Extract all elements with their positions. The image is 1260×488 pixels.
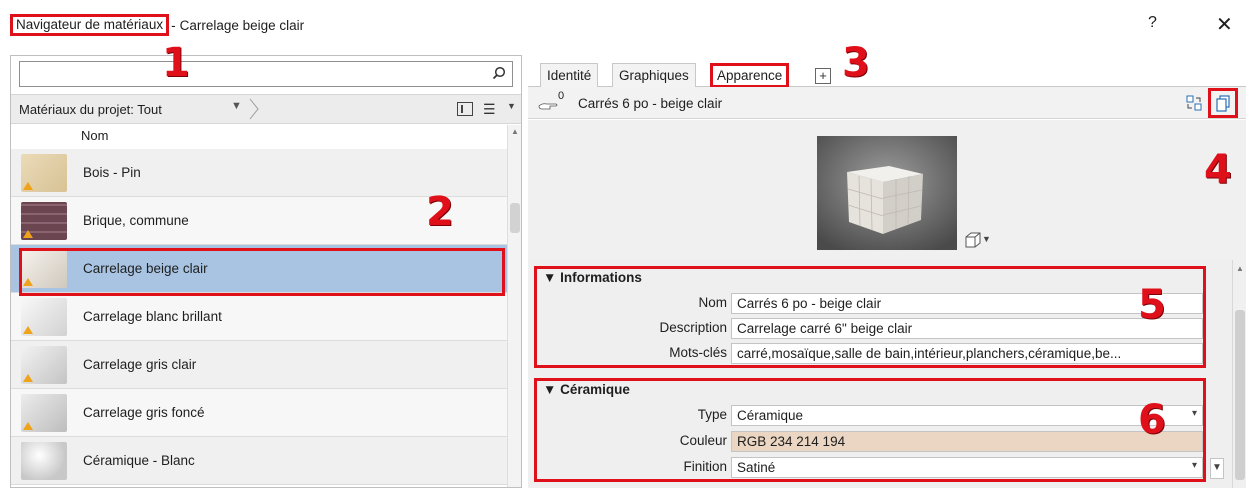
filter-dropdown[interactable]: Matériaux du projet: Tout bbox=[19, 102, 162, 117]
asset-name: Carrés 6 po - beige clair bbox=[578, 96, 723, 111]
search-icon[interactable] bbox=[492, 66, 506, 80]
scrollbar-thumb[interactable] bbox=[510, 203, 520, 233]
color-value-text: RGB 234 214 194 bbox=[737, 434, 846, 449]
property-label: Couleur bbox=[679, 433, 727, 448]
material-preview-image bbox=[817, 136, 957, 250]
property-label: Nom bbox=[698, 295, 727, 310]
appearance-preview: ▼ bbox=[528, 120, 1246, 260]
callout-number-5: 5 bbox=[1138, 282, 1166, 328]
tab-identite[interactable]: Identité bbox=[540, 63, 599, 87]
material-thumbnail-brick bbox=[21, 202, 67, 240]
info-group-label: Informations bbox=[560, 270, 642, 285]
color-field[interactable]: RGB 234 214 194 bbox=[731, 431, 1203, 452]
description-field[interactable]: Carrelage carré 6" beige clair bbox=[731, 318, 1203, 339]
filter-bar: Matériaux du projet: Tout ▼ ☰ ▼ bbox=[11, 94, 521, 124]
callout-number-2: 2 bbox=[426, 189, 454, 235]
list-item[interactable]: Carrelage gris foncé bbox=[11, 389, 507, 437]
properties-area: ▼ Informations Nom Carrés 6 po - beige c… bbox=[528, 260, 1232, 488]
replace-asset-icon[interactable] bbox=[1186, 95, 1202, 111]
window-title: Navigateur de matériaux - Carrelage beig… bbox=[10, 14, 304, 36]
material-thumbnail-tile-darkgray bbox=[21, 394, 67, 432]
window-title-subtitle: Carrelage beige clair bbox=[179, 17, 305, 33]
add-tab-button[interactable]: + bbox=[815, 68, 831, 84]
info-group: ▼ Informations Nom Carrés 6 po - beige c… bbox=[534, 266, 1206, 368]
list-item-label: Carrelage gris foncé bbox=[83, 405, 205, 420]
help-button[interactable]: ? bbox=[1148, 14, 1157, 32]
tab-apparence[interactable]: Apparence bbox=[710, 63, 790, 88]
list-item-label: Carrelage beige clair bbox=[83, 261, 208, 276]
material-thumbnail-tile-lightgray bbox=[21, 346, 67, 384]
tab-graphiques[interactable]: Graphiques bbox=[612, 63, 696, 87]
callout-number-6: 6 bbox=[1138, 397, 1166, 443]
asset-bar: 0 Carrés 6 po - beige clair bbox=[528, 87, 1246, 119]
warning-icon bbox=[23, 422, 33, 430]
property-row: Nom Carrés 6 po - beige clair bbox=[537, 291, 1203, 315]
asset-usage-count: 0 bbox=[558, 90, 565, 102]
list-item-selected[interactable]: Carrelage beige clair bbox=[11, 245, 507, 293]
ceramic-group: ▼ Céramique Type Céramique Couleur RGB 2… bbox=[534, 378, 1206, 482]
list-item[interactable]: Carrelage gris clair bbox=[11, 341, 507, 389]
property-label: Mots-clés bbox=[669, 345, 727, 360]
callout-number-1: 1 bbox=[162, 40, 190, 86]
scrollbar-thumb[interactable] bbox=[1235, 310, 1245, 480]
list-item-label: Bois - Pin bbox=[83, 165, 141, 180]
preview-shape-icon[interactable] bbox=[964, 232, 982, 248]
window-title-main: Navigateur de matériaux bbox=[10, 14, 170, 36]
scroll-up-icon[interactable]: ▲ bbox=[1236, 264, 1244, 273]
close-button[interactable]: ✕ bbox=[1216, 12, 1233, 37]
list-item-label: Carrelage gris clair bbox=[83, 357, 197, 372]
keywords-field[interactable]: carré,mosaïque,salle de bain,intérieur,p… bbox=[731, 343, 1203, 364]
property-label: Finition bbox=[683, 459, 727, 474]
list-scrollbar[interactable]: ▲ bbox=[507, 125, 521, 487]
scroll-up-icon[interactable]: ▲ bbox=[511, 127, 519, 136]
callout-number-3: 3 bbox=[842, 40, 870, 86]
list-item[interactable]: Carrelage blanc brillant bbox=[11, 293, 507, 341]
window-title-separator: - bbox=[171, 17, 176, 33]
warning-icon bbox=[23, 326, 33, 334]
info-group-title[interactable]: ▼ Informations bbox=[543, 270, 642, 285]
list-view-icon[interactable]: ☰ bbox=[483, 101, 496, 118]
warning-icon bbox=[23, 278, 33, 286]
property-row: Mots-clés carré,mosaïque,salle de bain,i… bbox=[537, 341, 1203, 365]
warning-icon bbox=[23, 374, 33, 382]
material-thumbnail-wood bbox=[21, 154, 67, 192]
type-select[interactable]: Céramique bbox=[731, 405, 1203, 426]
hand-icon bbox=[538, 103, 558, 110]
property-row: Finition Satiné bbox=[537, 455, 1203, 479]
name-field[interactable]: Carrés 6 po - beige clair bbox=[731, 293, 1203, 314]
search-input[interactable] bbox=[26, 63, 486, 85]
duplicate-asset-button[interactable] bbox=[1208, 88, 1238, 118]
column-header-name[interactable]: Nom bbox=[11, 125, 507, 149]
property-row: Couleur RGB 234 214 194 bbox=[537, 429, 1203, 453]
list-item[interactable]: Céramique - Blanc bbox=[11, 437, 507, 485]
property-label: Type bbox=[697, 407, 727, 422]
ceramic-group-title[interactable]: ▼ Céramique bbox=[543, 382, 630, 397]
panel-layout-icon[interactable] bbox=[457, 102, 473, 116]
material-thumbnail-ceramic-white bbox=[21, 442, 67, 480]
color-dropdown-icon[interactable]: ▼ bbox=[1210, 458, 1224, 479]
list-item-label: Brique, commune bbox=[83, 213, 189, 228]
breadcrumb-chevron-icon bbox=[249, 98, 259, 120]
warning-icon bbox=[23, 182, 33, 190]
warning-icon bbox=[23, 230, 33, 238]
search-field[interactable] bbox=[19, 61, 513, 87]
material-thumbnail-tile-beige bbox=[21, 250, 67, 288]
callout-number-4: 4 bbox=[1204, 147, 1232, 193]
list-item-label: Carrelage blanc brillant bbox=[83, 309, 222, 324]
property-label: Description bbox=[659, 320, 727, 335]
property-row: Description Carrelage carré 6" beige cla… bbox=[537, 316, 1203, 340]
property-row: Type Céramique bbox=[537, 403, 1203, 427]
material-list-panel: Matériaux du projet: Tout ▼ ☰ ▼ Nom Bois… bbox=[10, 55, 522, 488]
duplicate-icon bbox=[1216, 95, 1230, 112]
column-header-label: Nom bbox=[81, 128, 109, 143]
properties-scrollbar[interactable]: ▲ bbox=[1232, 260, 1246, 488]
chevron-down-icon[interactable]: ▼ bbox=[231, 100, 242, 112]
material-thumbnail-tile-white bbox=[21, 298, 67, 336]
list-item-label: Céramique - Blanc bbox=[83, 453, 195, 468]
finish-select[interactable]: Satiné bbox=[731, 457, 1203, 478]
list-view-dropdown-icon[interactable]: ▼ bbox=[507, 101, 516, 111]
editor-tabs: Identité Graphiques Apparence + bbox=[528, 55, 1246, 88]
preview-shape-dropdown-icon[interactable]: ▼ bbox=[982, 234, 991, 244]
ceramic-group-label: Céramique bbox=[560, 382, 630, 397]
